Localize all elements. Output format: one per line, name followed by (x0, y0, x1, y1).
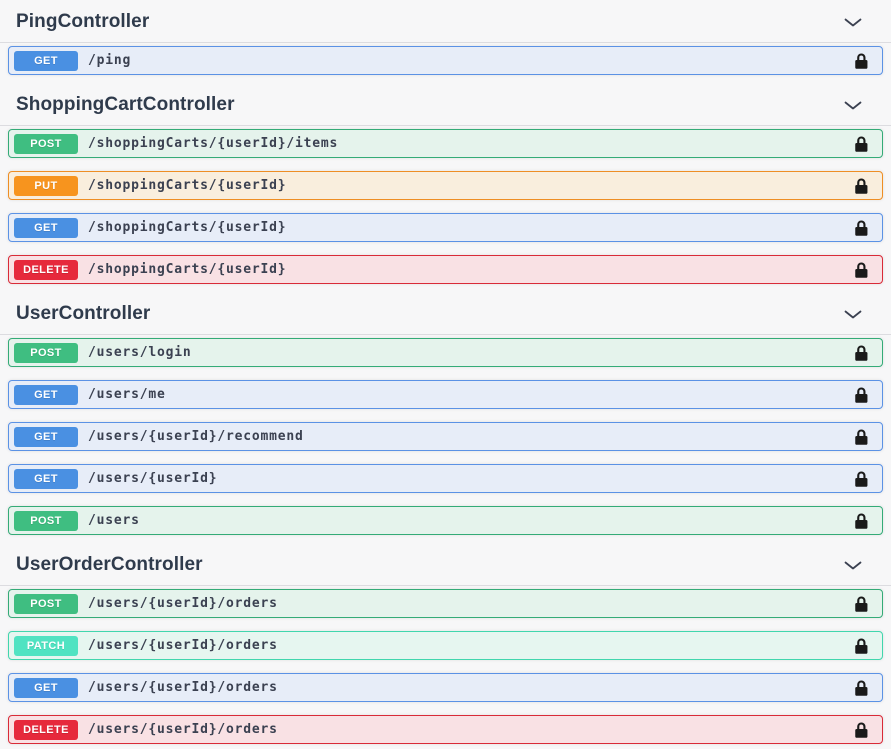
section-shopping-cart-controller: ShoppingCartController POST /shoppingCar… (0, 88, 891, 284)
operations-list: GET /ping (0, 43, 891, 75)
section-title: PingController (16, 11, 149, 33)
lock-icon[interactable] (854, 595, 869, 613)
lock-icon[interactable] (854, 344, 869, 362)
operation-row[interactable]: PATCH /users/{userId}/orders (8, 631, 883, 660)
method-badge: POST (14, 511, 78, 531)
lock-icon[interactable] (854, 52, 869, 70)
operation-row[interactable]: DELETE /shoppingCarts/{userId} (8, 255, 883, 284)
operation-row[interactable]: GET /users/{userId}/orders (8, 673, 883, 702)
method-badge: GET (14, 469, 78, 489)
method-badge: POST (14, 134, 78, 154)
operation-row[interactable]: DELETE /users/{userId}/orders (8, 715, 883, 744)
operation-path: /users/{userId} (88, 471, 217, 486)
section-header-shopping-cart-controller[interactable]: ShoppingCartController (0, 88, 891, 126)
lock-icon[interactable] (854, 721, 869, 739)
operation-path: /shoppingCarts/{userId} (88, 220, 286, 235)
operation-path: /users/me (88, 387, 166, 402)
lock-icon[interactable] (854, 219, 869, 237)
method-badge: POST (14, 343, 78, 363)
section-header-user-order-controller[interactable]: UserOrderController (0, 548, 891, 586)
lock-icon[interactable] (854, 679, 869, 697)
section-ping-controller: PingController GET /ping (0, 5, 891, 75)
section-user-order-controller: UserOrderController POST /users/{userId}… (0, 548, 891, 744)
method-badge: DELETE (14, 260, 78, 280)
operations-list: POST /users/login GET /users/me GET /use… (0, 335, 891, 535)
operation-path: /users/login (88, 345, 192, 360)
method-badge: POST (14, 594, 78, 614)
section-title: UserOrderController (16, 554, 203, 576)
lock-icon[interactable] (854, 135, 869, 153)
operation-row[interactable]: GET /ping (8, 46, 883, 75)
operation-row[interactable]: POST /users/login (8, 338, 883, 367)
method-badge: GET (14, 51, 78, 71)
operations-list: POST /shoppingCarts/{userId}/items PUT /… (0, 126, 891, 284)
lock-icon[interactable] (854, 470, 869, 488)
method-badge: GET (14, 385, 78, 405)
operation-row[interactable]: PUT /shoppingCarts/{userId} (8, 171, 883, 200)
operation-path: /shoppingCarts/{userId} (88, 178, 286, 193)
operation-row[interactable]: GET /users/{userId} (8, 464, 883, 493)
operations-list: POST /users/{userId}/orders PATCH /users… (0, 586, 891, 744)
method-badge: PATCH (14, 636, 78, 656)
lock-icon[interactable] (854, 261, 869, 279)
operation-path: /users (88, 513, 140, 528)
chevron-down-icon[interactable] (844, 561, 862, 570)
section-header-user-controller[interactable]: UserController (0, 297, 891, 335)
operation-row[interactable]: GET /users/{userId}/recommend (8, 422, 883, 451)
lock-icon[interactable] (854, 428, 869, 446)
operation-row[interactable]: POST /users/{userId}/orders (8, 589, 883, 618)
operation-path: /users/{userId}/orders (88, 596, 278, 611)
operation-row[interactable]: POST /users (8, 506, 883, 535)
section-title: UserController (16, 303, 150, 325)
lock-icon[interactable] (854, 177, 869, 195)
method-badge: GET (14, 427, 78, 447)
lock-icon[interactable] (854, 637, 869, 655)
method-badge: DELETE (14, 720, 78, 740)
operation-path: /users/{userId}/recommend (88, 429, 304, 444)
operation-row[interactable]: GET /shoppingCarts/{userId} (8, 213, 883, 242)
lock-icon[interactable] (854, 512, 869, 530)
chevron-down-icon[interactable] (844, 101, 862, 110)
section-header-ping-controller[interactable]: PingController (0, 5, 891, 43)
operation-path: /users/{userId}/orders (88, 722, 278, 737)
operation-row[interactable]: POST /shoppingCarts/{userId}/items (8, 129, 883, 158)
swagger-operations-panel: PingController GET /ping ShoppingCartCon… (0, 0, 891, 744)
operation-path: /users/{userId}/orders (88, 638, 278, 653)
chevron-down-icon[interactable] (844, 18, 862, 27)
operation-path: /shoppingCarts/{userId}/items (88, 136, 338, 151)
method-badge: PUT (14, 176, 78, 196)
method-badge: GET (14, 678, 78, 698)
method-badge: GET (14, 218, 78, 238)
section-user-controller: UserController POST /users/login GET /us… (0, 297, 891, 535)
operation-path: /shoppingCarts/{userId} (88, 262, 286, 277)
lock-icon[interactable] (854, 386, 869, 404)
chevron-down-icon[interactable] (844, 310, 862, 319)
section-title: ShoppingCartController (16, 94, 235, 116)
operation-row[interactable]: GET /users/me (8, 380, 883, 409)
operation-path: /ping (88, 53, 131, 68)
operation-path: /users/{userId}/orders (88, 680, 278, 695)
